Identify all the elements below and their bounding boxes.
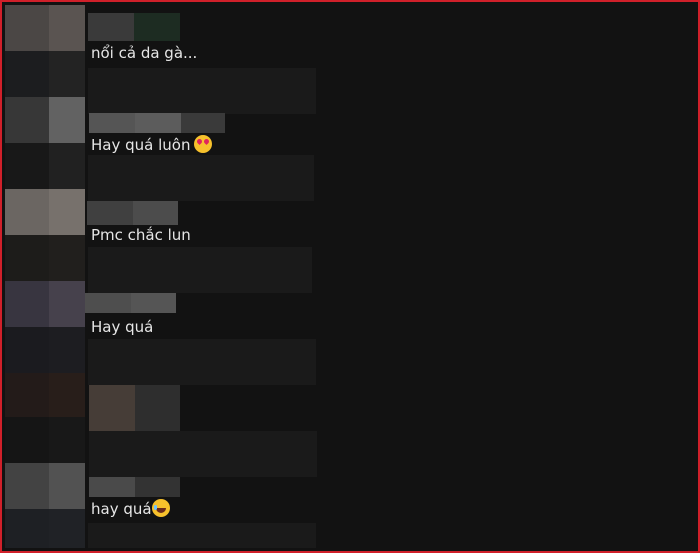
- avatar-pixel: [5, 327, 49, 373]
- blurred-username: [89, 477, 135, 497]
- blurred-username: [134, 13, 180, 41]
- avatar-pixel: [49, 97, 85, 143]
- comment-text: Hay quá luôn: [91, 135, 213, 155]
- avatar-pixel: [5, 5, 49, 51]
- blurred-username: [181, 113, 225, 133]
- blurred-meta: [89, 431, 317, 477]
- avatar-pixel: [49, 327, 85, 373]
- laughing-emoji-icon: [151, 499, 170, 517]
- comment-text-label: hay quá: [91, 500, 152, 518]
- comment-text: hay quá: [91, 499, 170, 519]
- blurred-username: [89, 113, 135, 133]
- comment-list: nổi cả da gà... Hay quá luôn Pmc chắc lu…: [5, 5, 695, 548]
- avatar-pixel: [5, 463, 49, 509]
- blurred-meta: [88, 68, 316, 114]
- blurred-username: [133, 201, 178, 225]
- blurred-username: [135, 477, 180, 497]
- blurred-attachment: [89, 385, 135, 431]
- blurred-username: [131, 293, 176, 313]
- comment-screenshot-frame: nổi cả da gà... Hay quá luôn Pmc chắc lu…: [0, 0, 700, 553]
- blurred-username: [88, 13, 134, 41]
- comment-text: Pmc chắc lun: [91, 226, 191, 244]
- avatar-pixel: [5, 189, 49, 235]
- blurred-meta: [88, 523, 316, 548]
- avatar-pixel: [5, 281, 49, 327]
- avatar-pixel: [5, 235, 49, 281]
- avatar-pixel: [49, 51, 85, 97]
- avatar-pixel: [49, 5, 85, 51]
- avatar-pixel: [5, 143, 49, 189]
- avatar-pixel: [49, 235, 85, 281]
- avatar-pixel: [49, 143, 85, 189]
- avatar-pixel: [5, 417, 49, 463]
- avatar-pixel: [49, 373, 85, 417]
- avatar-pixel: [49, 417, 85, 463]
- avatar-column: [5, 5, 85, 548]
- blurred-username: [135, 113, 181, 133]
- avatar-pixel: [5, 97, 49, 143]
- blurred-attachment: [135, 385, 180, 431]
- avatar-pixel: [49, 281, 85, 327]
- comment-text: nổi cả da gà...: [91, 44, 198, 62]
- avatar-pixel: [5, 51, 49, 97]
- blurred-meta: [88, 339, 316, 385]
- comment-text: Hay quá: [91, 318, 154, 336]
- avatar-pixel: [5, 509, 49, 548]
- blurred-meta: [88, 247, 312, 293]
- blurred-meta: [88, 155, 314, 201]
- blurred-username: [87, 201, 133, 225]
- blurred-username: [85, 293, 131, 313]
- avatar-pixel: [5, 373, 49, 417]
- comment-text-label: Hay quá luôn: [91, 136, 191, 154]
- avatar-pixel: [49, 463, 85, 509]
- avatar-pixel: [49, 189, 85, 235]
- avatar-pixel: [49, 509, 85, 548]
- heart-eyes-emoji-icon: [194, 135, 213, 153]
